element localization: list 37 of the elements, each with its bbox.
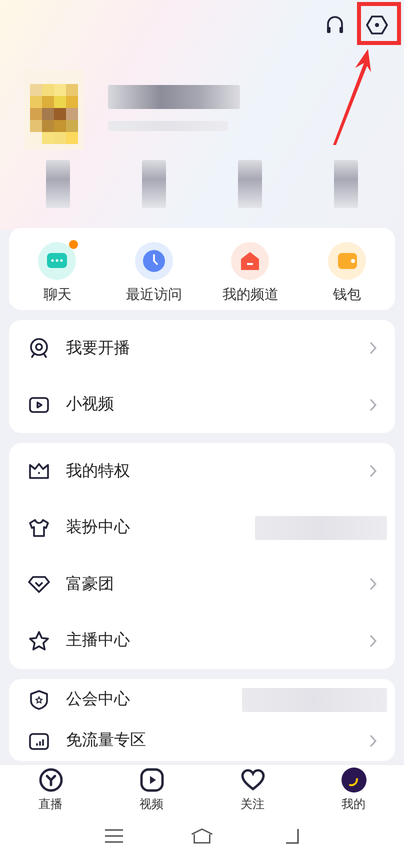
menu-item[interactable]: 装扮中心 bbox=[9, 500, 395, 556]
menu-item[interactable]: 免流量专区 bbox=[9, 720, 395, 761]
quick-action-button[interactable]: 我的频道 bbox=[202, 242, 298, 304]
heart-icon bbox=[240, 767, 266, 793]
star-icon bbox=[28, 630, 50, 652]
shield-icon bbox=[28, 688, 50, 710]
quick-action-button[interactable]: 钱包 bbox=[298, 242, 395, 304]
menu-item[interactable]: 主播中心 bbox=[9, 612, 395, 669]
clock-icon bbox=[134, 242, 173, 280]
nav-tab[interactable]: 视频 bbox=[101, 765, 202, 815]
webcam-icon bbox=[28, 337, 50, 360]
wallet-icon bbox=[328, 242, 366, 280]
menu-item[interactable]: 公会中心 bbox=[9, 679, 395, 720]
avatar-icon bbox=[340, 767, 366, 793]
menu-item[interactable]: 我的特权 bbox=[9, 443, 395, 500]
shirt-icon bbox=[28, 516, 50, 539]
redacted-text bbox=[46, 160, 70, 208]
nav-tab[interactable]: 直播 bbox=[0, 765, 101, 815]
live-icon bbox=[38, 767, 64, 793]
settings-icon[interactable] bbox=[366, 14, 388, 36]
quick-action-button[interactable]: 最近访问 bbox=[106, 242, 202, 304]
chat-bubble-icon bbox=[38, 242, 76, 280]
menu-item[interactable]: 富豪团 bbox=[9, 556, 395, 612]
highlight-frame bbox=[357, 2, 401, 45]
menu-item[interactable]: 我要开播 bbox=[9, 320, 395, 376]
home-icon[interactable] bbox=[190, 826, 214, 846]
redacted-text bbox=[238, 160, 262, 208]
nav-tab[interactable]: 我的 bbox=[303, 765, 404, 815]
play-icon bbox=[138, 767, 164, 793]
house-icon bbox=[231, 242, 270, 280]
nav-tab[interactable]: 关注 bbox=[202, 765, 303, 815]
redacted-text bbox=[334, 160, 358, 208]
quick-action-button[interactable]: 聊天 bbox=[9, 242, 106, 304]
headphones-icon[interactable] bbox=[324, 14, 346, 36]
menu-item[interactable]: 小视频 bbox=[9, 376, 395, 433]
diamond-icon bbox=[28, 573, 50, 596]
redacted-text bbox=[142, 160, 166, 208]
